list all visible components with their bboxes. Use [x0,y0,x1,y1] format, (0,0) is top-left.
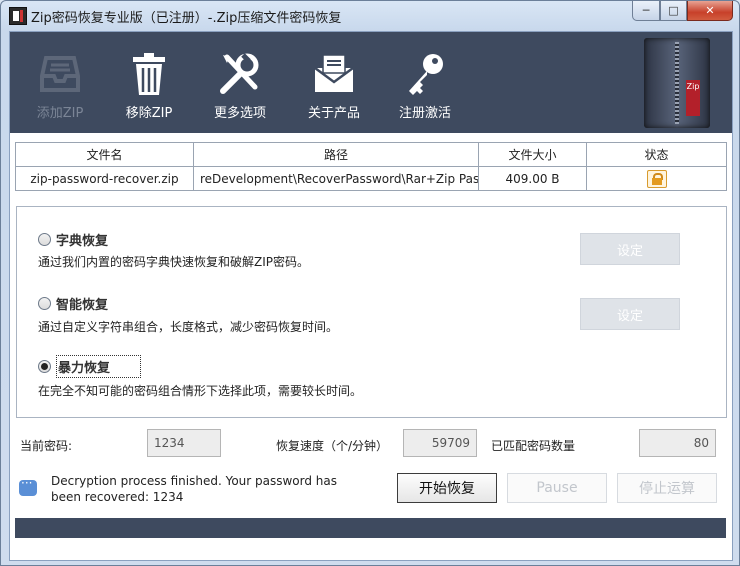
recovery-speed-label: 恢复速度（个/分钟） [276,439,389,453]
close-button[interactable]: ✕ [687,1,733,21]
add-zip-label: 添加ZIP [36,106,84,121]
more-options-label: 更多选项 [213,106,266,121]
start-recovery-button[interactable]: 开始恢复 [397,473,497,503]
radio-icon [38,233,51,246]
envelope-icon [310,50,358,98]
window-controls: ─ □ ✕ [632,1,733,21]
cell-path: reDevelopment\RecoverPassword\Rar+Zip Pa… [193,166,479,191]
add-zip-button[interactable]: 添加ZIP [34,32,86,133]
register-activate-button[interactable]: 注册激活 [394,32,456,133]
app-window: Zip密码恢复专业版（已注册）-.Zip压缩文件密码恢复 ─ □ ✕ 添加ZIP… [0,0,740,566]
cell-size: 409.00 B [478,166,587,191]
column-header-status[interactable]: 状态 [586,142,727,167]
brute-force-recovery-radio[interactable]: 暴力恢复 [38,355,142,378]
dictionary-settings-button[interactable]: 设定 [580,233,680,265]
matched-count-label: 已匹配密码数量 [491,439,576,453]
column-header-size[interactable]: 文件大小 [478,142,587,167]
window-title: Zip密码恢复专业版（已注册）-.Zip压缩文件密码恢复 [31,11,342,26]
brute-force-recovery-desc: 在完全不知可能的密码组合情形下选择此项，需要较长时间。 [38,384,363,398]
tools-icon [216,50,264,98]
matched-count-field: 80 [639,429,716,457]
dictionary-recovery-radio[interactable]: 字典恢复 [38,230,108,249]
more-options-button[interactable]: 更多选项 [208,32,272,133]
zipper-graphic [675,42,679,124]
lock-icon [646,169,667,188]
pause-button[interactable]: Pause [507,473,607,503]
remove-zip-button[interactable]: 移除ZIP [122,32,176,133]
dictionary-recovery-desc: 通过我们内置的密码字典快速恢复和破解ZIP密码。 [38,255,309,269]
tray-icon [36,50,84,98]
current-password-field: 1234 [147,429,221,457]
current-password-label: 当前密码: [20,439,73,453]
chat-bubble-icon [19,476,37,496]
cell-filename: zip-password-recover.zip [15,166,194,191]
recovery-speed-field: 59709 [403,429,477,457]
app-icon [9,7,27,25]
file-table: 文件名 路径 文件大小 状态 zip-password-recover.zip … [15,142,727,191]
file-table-header: 文件名 路径 文件大小 状态 [15,142,727,167]
register-activate-label: 注册激活 [398,106,451,121]
title-bar[interactable]: Zip密码恢复专业版（已注册）-.Zip压缩文件密码恢复 ─ □ ✕ [1,1,739,29]
smart-recovery-radio[interactable]: 智能恢复 [38,294,108,313]
radio-checked-icon [38,360,51,373]
trash-icon [125,50,173,98]
minimize-button[interactable]: ─ [632,1,660,21]
status-message: Decryption process finished. Your passwo… [51,474,338,504]
stop-button[interactable]: 停止运算 [617,473,717,503]
key-icon [401,50,449,98]
brute-force-recovery-title: 暴力恢复 [56,355,142,378]
cell-status [586,166,727,191]
remove-zip-label: 移除ZIP [125,106,173,121]
dictionary-recovery-title: 字典恢复 [56,234,109,249]
radio-icon [38,297,51,310]
main-panel: 添加ZIP 移除ZIP 更多选项 关于产品 注册激活 Zip 文件名 路径 文件… [9,31,733,561]
about-product-label: 关于产品 [307,106,360,121]
table-row[interactable]: zip-password-recover.zip reDevelopment\R… [15,166,727,191]
column-header-filename[interactable]: 文件名 [15,142,194,167]
toolbar: 添加ZIP 移除ZIP 更多选项 关于产品 注册激活 Zip [10,32,732,133]
maximize-button[interactable]: □ [660,1,687,21]
column-header-path[interactable]: 路径 [193,142,479,167]
zip-tag-label: Zip [686,80,700,116]
zip-product-logo: Zip [644,38,710,128]
footer-bar [15,518,726,538]
recovery-options-panel: 字典恢复 通过我们内置的密码字典快速恢复和破解ZIP密码。 设定 智能恢复 通过… [16,206,727,418]
smart-settings-button[interactable]: 设定 [580,298,680,330]
smart-recovery-title: 智能恢复 [56,298,109,313]
smart-recovery-desc: 通过自定义字符串组合，长度格式，减少密码恢复时间。 [38,320,339,334]
about-product-button[interactable]: 关于产品 [302,32,366,133]
